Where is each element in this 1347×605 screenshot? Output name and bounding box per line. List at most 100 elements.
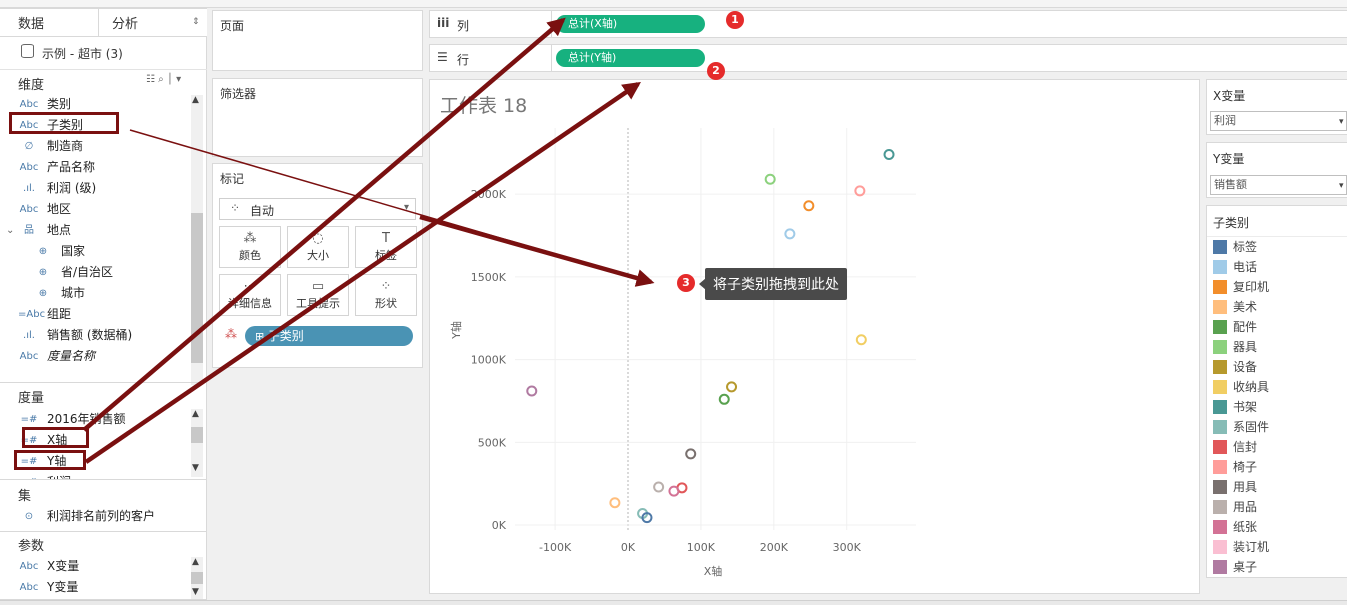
x-variable-value: 利润 (1214, 114, 1236, 127)
field-type-icon: ⊙ (24, 511, 34, 522)
scatter-point[interactable] (685, 448, 697, 460)
field-label: 地点 (47, 223, 72, 237)
y-tick-label: 1000K (471, 354, 507, 367)
expand-chevron-icon[interactable]: ⌄ (6, 220, 14, 241)
field-type-icon: Abc (19, 162, 39, 173)
step-badge-1: 1 (726, 11, 744, 29)
scroll-down-icon[interactable]: ▼ (192, 463, 199, 473)
mark-card-button[interactable]: ⁘ 形状 (355, 274, 417, 316)
shelf-divider (551, 11, 552, 37)
columns-icon: iii (437, 16, 450, 30)
scatter-point[interactable] (526, 385, 538, 397)
scatter-point[interactable] (883, 148, 895, 160)
chevron-down-icon: ▾ (404, 202, 410, 213)
scroll-up-icon[interactable]: ▲ (192, 557, 199, 567)
mark-type-label: 自动 (250, 204, 275, 218)
pages-shelf[interactable]: 页面 (212, 10, 423, 71)
data-pane: 数据 分析 ⇕ 示例 - 超市 (3) 维度 ☷ ⌕ │ ▾ Abc 类别 Abc 子… (0, 8, 207, 600)
top-strip (0, 0, 1347, 8)
legend-swatch (1213, 260, 1227, 274)
dimensions-toolbar-icon[interactable]: ☷ ⌕ │ ▾ (146, 74, 181, 85)
mark-card-icon: ⋯ (243, 279, 257, 294)
scatter-point[interactable] (784, 228, 796, 240)
scroll-up-icon[interactable]: ▲ (192, 95, 199, 105)
legend-swatch (1213, 300, 1227, 314)
legend-swatch (1213, 420, 1227, 434)
tab-analysis[interactable]: 分析 (112, 12, 138, 38)
legend-label: 用具 (1233, 480, 1258, 494)
filters-shelf[interactable]: 筛选器 (212, 78, 423, 157)
params-list: Abc X变量 Abc Y变量 (0, 556, 190, 600)
legend-label: 美术 (1233, 300, 1258, 314)
scroll-thumb[interactable] (191, 427, 203, 443)
tab-sort-icon[interactable]: ⇕ (192, 17, 200, 27)
legend-swatch (1213, 500, 1227, 514)
legend-swatch (1213, 280, 1227, 294)
scroll-up-icon[interactable]: ▲ (192, 409, 199, 419)
mark-card-button[interactable]: ▭ 工具提示 (287, 274, 349, 316)
field-label: 国家 (61, 244, 86, 258)
legend-label: 信封 (1233, 440, 1258, 454)
worksheet-view: 工作表 18 -100K 0K 100K 200K 300K 0K 500K 1000K 150… (429, 79, 1200, 594)
scatter-point[interactable] (718, 393, 730, 405)
divider (0, 382, 207, 383)
scatter-point[interactable] (803, 200, 815, 212)
mark-card-icon: ▭ (311, 279, 325, 294)
y-tick-label: 1500K (471, 271, 507, 284)
scatter-point[interactable] (668, 485, 680, 497)
field-label: X变量 (47, 559, 80, 573)
scatter-point[interactable] (609, 497, 621, 509)
legend-label: 设备 (1233, 360, 1258, 374)
legend-label: 复印机 (1233, 280, 1270, 294)
field-type-icon: Abc (19, 351, 39, 362)
mark-card-label: 标签 (375, 249, 397, 262)
field-label: 制造商 (47, 139, 84, 153)
field-type-icon: ⊕ (38, 246, 48, 257)
field-type-icon: =# (18, 472, 40, 479)
legend-swatch (1213, 560, 1227, 574)
scatter-point[interactable] (726, 381, 738, 393)
field-type-icon: Abc (19, 204, 39, 215)
mark-card-button[interactable]: T 标签 (355, 226, 417, 268)
datasource-label[interactable]: 示例 - 超市 (3) (42, 45, 123, 62)
y-tick-label: 2000K (471, 188, 507, 201)
dimensions-scrollbar[interactable]: ▲ (191, 95, 203, 385)
columns-shelf-label: 列 (457, 19, 470, 33)
scroll-thumb[interactable] (191, 213, 203, 363)
y-variable-title: Y变量 (1213, 152, 1245, 166)
field-type-icon: 品 (24, 225, 34, 236)
x-variable-dropdown[interactable]: 利润 ▾ (1210, 111, 1347, 131)
mark-type-select[interactable]: ⁘ 自动 ▾ (219, 198, 416, 220)
filters-shelf-title: 筛选器 (220, 87, 257, 101)
field-label: 地区 (47, 202, 72, 216)
highlight-box-y-axis (14, 450, 86, 470)
sets-list: ⊙ 利润排名前列的客户 (0, 506, 190, 528)
mark-card-label: 详细信息 (228, 297, 272, 310)
measures-scrollbar[interactable]: ▲ ▼ (191, 409, 203, 477)
legend-label: 纸张 (1233, 520, 1258, 534)
color-pill[interactable]: ⊞ 子类别 (245, 326, 413, 346)
legend-items: 标签 电话 复印机 美术 配件 器具 设备 收纳具 书架 系固件 信封 椅子 用具 用品 纸张 装订机 桌子 (1207, 237, 1347, 577)
shelf-divider (551, 45, 552, 71)
legend-label: 器具 (1233, 340, 1258, 354)
marks-card-title: 标记 (220, 172, 245, 186)
field-type-icon: .ıl. (23, 330, 35, 341)
highlight-box-x-axis (22, 427, 89, 448)
field-label: 销售额 (数据桶) (47, 328, 133, 342)
mark-card-button[interactable]: ⁂ 颜色 (219, 226, 281, 268)
scroll-thumb[interactable] (191, 572, 203, 584)
tab-data[interactable]: 数据 (18, 12, 44, 38)
plus-icon: ⊞ (255, 330, 268, 343)
mark-card-button[interactable]: ⋯ 详细信息 (219, 274, 281, 316)
columns-pill[interactable]: 总计(X轴) (556, 15, 705, 33)
params-scrollbar[interactable]: ▲ ▼ (191, 557, 203, 599)
field-type-icon: Abc (19, 561, 39, 572)
x-tick-label: 100K (687, 541, 716, 554)
rows-pill[interactable]: 总计(Y轴) (556, 49, 705, 67)
y-variable-dropdown[interactable]: 销售额 ▾ (1210, 175, 1347, 195)
scatter-point[interactable] (855, 334, 867, 346)
scatter-point[interactable] (653, 481, 665, 493)
mark-card-button[interactable]: ◌ 大小 (287, 226, 349, 268)
scroll-down-icon[interactable]: ▼ (192, 587, 199, 597)
field-label: 城市 (61, 286, 86, 300)
